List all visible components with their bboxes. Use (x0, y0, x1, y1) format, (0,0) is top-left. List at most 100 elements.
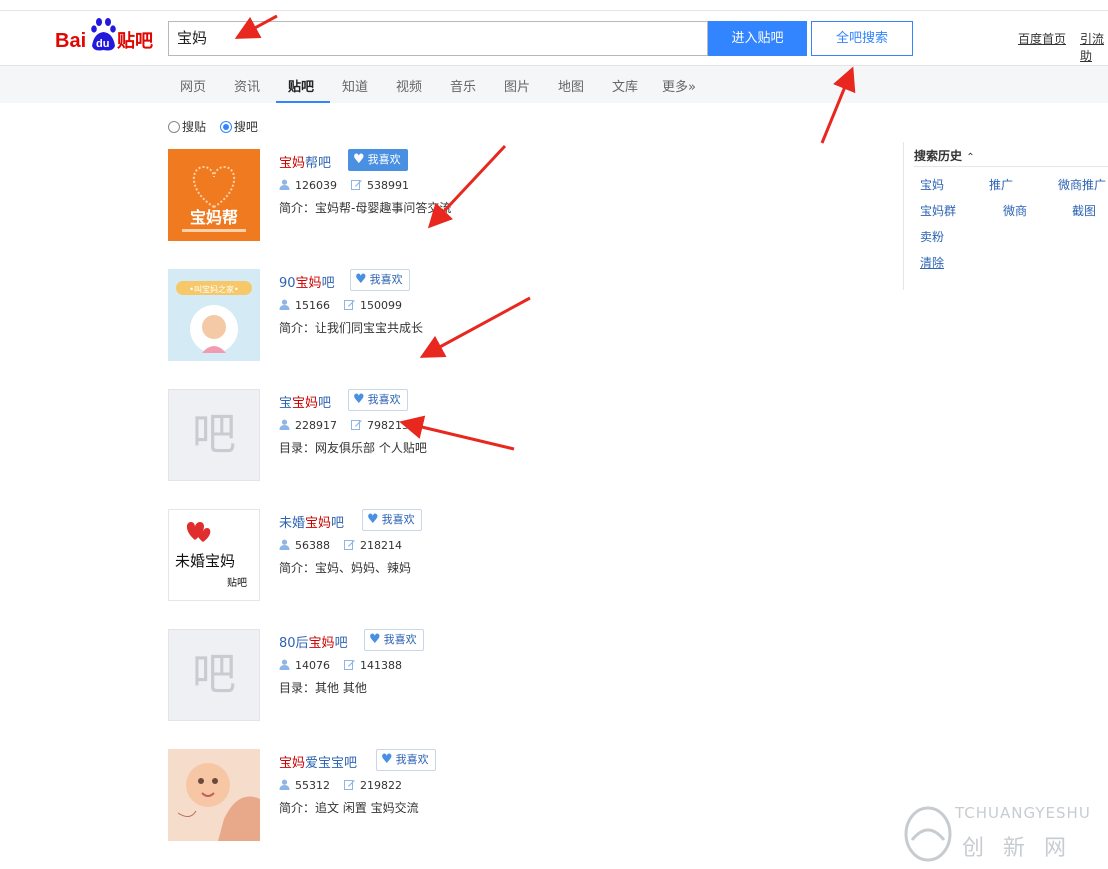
radio-search-posts-label[interactable]: 搜贴 (182, 120, 206, 134)
history-item[interactable]: 截图 (1072, 202, 1096, 219)
bar-stats: 228917 798215 (279, 419, 409, 432)
bar-name-link[interactable]: 未婚宝妈吧 (279, 512, 344, 531)
watermark-text-bottom: 创 新 网 (962, 836, 1072, 861)
bar-name-link[interactable]: 宝妈爱宝宝吧 (279, 752, 357, 771)
history-clear-link[interactable]: 清除 (920, 254, 944, 271)
history-item[interactable]: 宝妈群 (920, 202, 956, 219)
watermark-text-top: TCHUANGYESHU (955, 804, 1091, 822)
member-count: 15166 (295, 299, 330, 312)
member-count: 126039 (295, 179, 337, 192)
result-item: •叫宝妈之家• 90宝妈吧 ♥ 我喜欢 15166 150099 简介：让我们同宝宝共成长 (168, 269, 868, 361)
heart-icon: ♥ (381, 752, 393, 767)
enter-tieba-button[interactable]: 进入贴吧 (708, 21, 807, 56)
radio-search-posts[interactable] (168, 121, 180, 133)
all-tieba-search-button[interactable]: 全吧搜索 (811, 21, 913, 56)
tab-video[interactable]: 视频 (396, 76, 422, 95)
posts-icon (344, 540, 355, 550)
like-button[interactable]: ♥ 我喜欢 (362, 509, 422, 531)
member-count: 55312 (295, 779, 330, 792)
bar-thumbnail-placeholder[interactable]: 吧 (168, 389, 260, 481)
posts-icon (344, 300, 355, 310)
tab-music[interactable]: 音乐 (450, 76, 476, 95)
bar-description: 简介：追文 闲置 宝妈交流 (279, 801, 419, 815)
post-count: 219822 (360, 779, 402, 792)
like-button[interactable]: ♥ 我喜欢 (348, 149, 408, 171)
heart-icon: ♥ (369, 632, 381, 647)
posts-icon (344, 660, 355, 670)
divider (914, 166, 1108, 167)
result-item: 吧宝宝妈吧 ♥ 我喜欢 228917 798215 目录：网友俱乐部 个人贴吧 (168, 389, 868, 481)
like-button[interactable]: ♥ 我喜欢 (364, 629, 424, 651)
history-item[interactable]: 微商推广 (1058, 176, 1106, 193)
members-icon (279, 419, 290, 430)
bar-stats: 56388 218214 (279, 539, 402, 552)
posts-icon (351, 420, 362, 430)
bar-stats: 14076 141388 (279, 659, 402, 672)
bar-thumbnail[interactable]: 宝妈帮 (168, 149, 260, 241)
tab-more[interactable]: 更多» (662, 76, 696, 95)
watermark-logo: TCHUANGYESHU 创 新 网 (900, 800, 1105, 865)
heart-icon: ♥ (353, 152, 365, 167)
svg-text:宝妈帮: 宝妈帮 (190, 208, 238, 227)
tab-news[interactable]: 资讯 (234, 76, 260, 95)
result-item: 宝妈爱宝宝吧 ♥ 我喜欢 55312 219822 简介：追文 闲置 宝妈交流 (168, 749, 868, 841)
header-link-2[interactable]: 引流助 (1080, 30, 1108, 64)
history-item[interactable]: 微商 (1003, 202, 1027, 219)
bar-thumbnail-placeholder[interactable]: 吧 (168, 629, 260, 721)
baidu-home-link[interactable]: 百度首页 (1018, 30, 1066, 47)
collapse-icon[interactable]: ⌃ (966, 152, 974, 163)
history-item[interactable]: 宝妈 (920, 176, 944, 193)
bar-thumbnail[interactable] (168, 749, 260, 841)
history-item[interactable]: 推广 (989, 176, 1013, 193)
result-item: 宝妈帮 宝妈帮吧 ♥ 我喜欢 126039 538991 简介：宝妈帮-母婴趣事问答交流 (168, 149, 868, 241)
bar-name-link[interactable]: 80后宝妈吧 (279, 632, 348, 651)
logo-bai-text: Bai (55, 30, 86, 52)
heart-icon: ♥ (353, 392, 365, 407)
tab-images[interactable]: 图片 (504, 76, 530, 95)
bar-stats: 126039 538991 (279, 179, 409, 192)
search-input[interactable]: 宝妈 (168, 21, 708, 56)
member-count: 56388 (295, 539, 330, 552)
post-count: 218214 (360, 539, 402, 552)
tab-map[interactable]: 地图 (558, 76, 584, 95)
svg-text:未婚宝妈: 未婚宝妈 (175, 552, 235, 570)
radio-search-bars[interactable] (219, 121, 232, 133)
history-item[interactable]: 卖粉 (920, 228, 944, 245)
heart-icon: ♥ (355, 272, 367, 287)
bar-thumbnail[interactable]: •叫宝妈之家• (168, 269, 260, 361)
bar-stats: 15166 150099 (279, 299, 402, 312)
members-icon (279, 659, 290, 670)
logo-du-text: du (96, 38, 109, 50)
tab-web[interactable]: 网页 (180, 76, 206, 95)
radio-search-bars-label[interactable]: 搜吧 (234, 120, 258, 134)
active-tab-indicator (276, 101, 330, 103)
bar-description: 简介：让我们同宝宝共成长 (279, 321, 424, 335)
tab-wenku[interactable]: 文库 (612, 76, 638, 95)
bar-stats: 55312 219822 (279, 779, 402, 792)
nav-bar: 网页 资讯 贴吧 知道 视频 音乐 图片 地图 文库 更多» (0, 65, 1108, 103)
members-icon (279, 179, 290, 190)
post-count: 150099 (360, 299, 402, 312)
members-icon (279, 779, 290, 790)
bar-name-link[interactable]: 宝妈帮吧 (279, 152, 331, 171)
posts-icon (344, 780, 355, 790)
result-item: 未婚宝妈 贴吧 未婚宝妈吧 ♥ 我喜欢 56388 218214 简介：宝妈、妈妈、辣妈 (168, 509, 868, 601)
like-button[interactable]: ♥ 我喜欢 (376, 749, 436, 771)
members-icon (279, 539, 290, 550)
post-count: 798215 (367, 419, 409, 432)
bar-name-link[interactable]: 宝宝妈吧 (279, 392, 331, 411)
svg-text:•叫宝妈之家•: •叫宝妈之家• (189, 284, 238, 294)
search-history-panel: 搜索历史 ⌃ 宝妈 推广 微商推广 宝妈群 微商 截图 卖粉 清除 (903, 142, 1108, 290)
bar-name-link[interactable]: 90宝妈吧 (279, 272, 335, 291)
like-button[interactable]: ♥ 我喜欢 (350, 269, 410, 291)
posts-icon (351, 180, 362, 190)
svg-text:贴吧: 贴吧 (227, 576, 247, 589)
members-icon (279, 299, 290, 310)
tab-tieba[interactable]: 贴吧 (288, 76, 314, 95)
like-button[interactable]: ♥ 我喜欢 (348, 389, 408, 411)
result-item: 吧 80后宝妈吧 ♥ 我喜欢 14076 141388 目录：其他 其他 (168, 629, 868, 721)
bar-thumbnail[interactable]: 未婚宝妈贴吧 (168, 509, 260, 601)
member-count: 14076 (295, 659, 330, 672)
tab-zhidao[interactable]: 知道 (342, 76, 368, 95)
baidu-tieba-logo[interactable]: Bai du 贴吧 (55, 16, 159, 56)
